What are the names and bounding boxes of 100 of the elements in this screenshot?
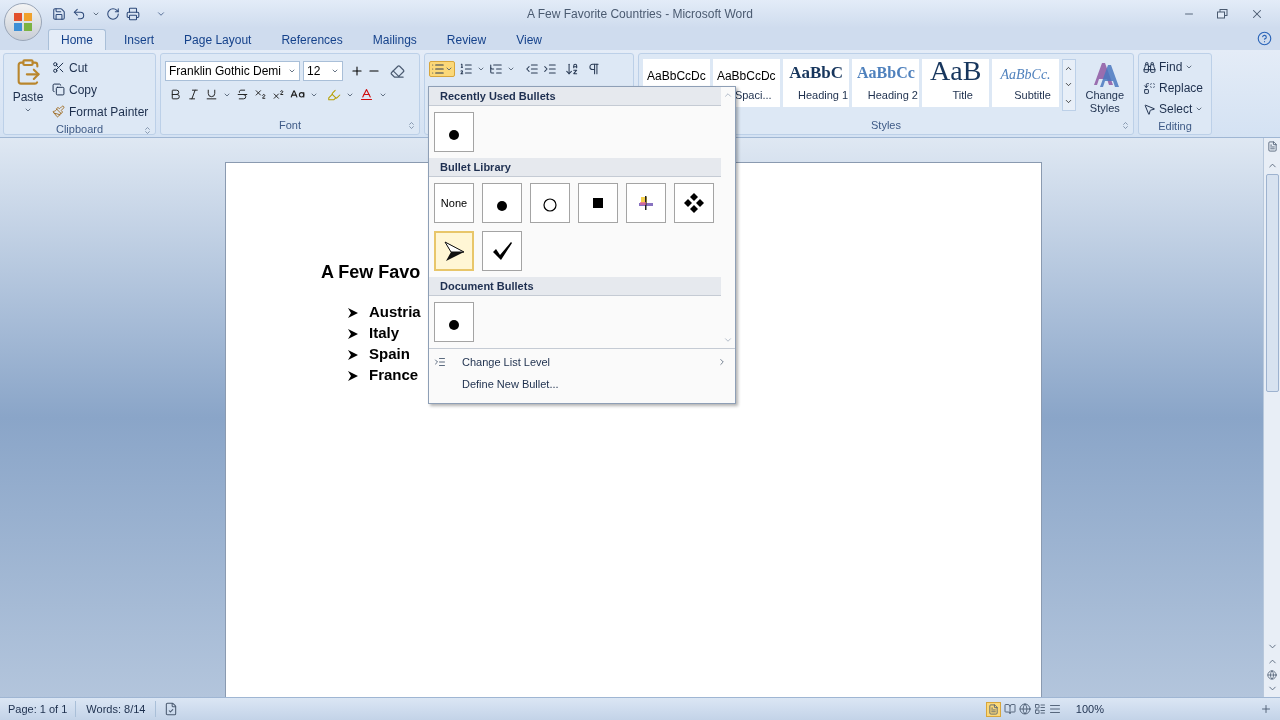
caret-icon[interactable] — [331, 67, 339, 75]
bullet-option[interactable]: None — [434, 183, 474, 223]
binoculars-icon — [1143, 60, 1156, 74]
font-name-field[interactable]: Franklin Gothic Demi — [165, 61, 300, 81]
menu-item[interactable]: Define New Bullet... — [429, 373, 735, 395]
close-icon[interactable] — [1250, 7, 1264, 21]
print-layout-icon[interactable] — [987, 703, 999, 715]
print-icon[interactable] — [126, 7, 140, 21]
draft-icon[interactable] — [1048, 703, 1061, 715]
office-logo-icon — [13, 12, 33, 32]
clear-formatting-icon[interactable] — [390, 63, 405, 79]
group-label: Font — [279, 117, 301, 133]
help-icon[interactable] — [1257, 31, 1272, 46]
restore-icon[interactable] — [1217, 9, 1228, 19]
ribbon-tab[interactable]: Home — [48, 29, 106, 50]
proofing-icon[interactable] — [164, 702, 179, 716]
square-bullet-icon — [593, 198, 603, 208]
italic-icon[interactable] — [187, 88, 200, 101]
caret-icon[interactable] — [1185, 63, 1194, 71]
section-header: Recently Used Bullets — [429, 87, 721, 106]
zoom-in-icon[interactable] — [1260, 703, 1272, 715]
format-painter-button[interactable]: Format Painter — [52, 102, 149, 121]
zoom-level[interactable]: 100% — [1075, 700, 1104, 718]
ribbon-tab[interactable]: View — [504, 29, 554, 50]
bullet-option[interactable] — [434, 231, 474, 271]
style-preview: AaBbCcDc — [716, 68, 776, 85]
arrow-bullet-icon — [347, 348, 359, 361]
caret-icon[interactable] — [445, 65, 453, 73]
underline-icon[interactable] — [205, 88, 218, 101]
group-label: Clipboard — [55, 122, 104, 137]
scroll-thumb[interactable] — [1265, 174, 1279, 392]
dialog-launcher-icon[interactable] — [1121, 121, 1130, 130]
bullet-option[interactable] — [482, 183, 522, 223]
style-name: Heading 2 — [867, 88, 918, 103]
font-color-icon[interactable] — [359, 87, 374, 102]
save-icon[interactable] — [52, 7, 66, 21]
ribbon-tab[interactable]: Page Layout — [172, 29, 264, 50]
redo-icon[interactable] — [106, 7, 120, 21]
bullets-button[interactable] — [429, 61, 455, 77]
dot-bullet-icon — [496, 200, 508, 212]
replace-button[interactable]: Replace — [1143, 79, 1207, 97]
style-name: Title — [952, 88, 973, 103]
list-level-icon — [434, 356, 446, 368]
change-styles-button[interactable]: Change Styles — [1080, 59, 1129, 115]
caret-icon[interactable] — [477, 65, 485, 73]
style-gallery-item[interactable]: AaBbCc. Subtitle — [992, 59, 1059, 107]
bullet-option[interactable] — [578, 183, 618, 223]
font-size-field[interactable]: 12 — [303, 61, 343, 81]
dialog-launcher-icon[interactable] — [143, 126, 152, 135]
bullet-option[interactable] — [530, 183, 570, 223]
bullet-option[interactable] — [434, 302, 474, 342]
strikethrough-icon[interactable] — [236, 88, 249, 101]
list-item: France — [369, 365, 419, 386]
caret-icon[interactable] — [507, 65, 515, 73]
multilevel-list-icon[interactable] — [489, 62, 503, 76]
pilcrow-icon[interactable] — [587, 62, 601, 76]
decrease-indent-icon[interactable] — [525, 62, 539, 76]
style-gallery-item[interactable]: AaB Title — [922, 59, 990, 107]
sort-icon[interactable] — [565, 62, 579, 76]
style-preview: AaBbC — [789, 61, 843, 84]
increase-indent-icon[interactable] — [543, 62, 557, 76]
bullet-option[interactable] — [674, 183, 714, 223]
paste-button[interactable]: Paste — [10, 58, 46, 121]
bullet-option[interactable] — [434, 112, 474, 152]
style-name: Heading 1 — [798, 88, 849, 103]
cut-button[interactable]: Cut — [52, 58, 149, 77]
numbered-list-icon[interactable] — [459, 62, 473, 76]
style-preview: AaBbCc — [857, 63, 915, 83]
style-gallery-item[interactable]: AaBbC Heading 1 — [782, 59, 850, 107]
subscript-icon[interactable] — [254, 88, 267, 101]
caret-icon[interactable] — [1195, 105, 1204, 113]
outline-icon[interactable] — [1033, 703, 1046, 715]
bullet-list-icon — [431, 62, 445, 76]
customize-toolbar-icon[interactable] — [156, 9, 166, 19]
list-item: Austria — [369, 302, 421, 323]
bullet-option[interactable] — [482, 231, 522, 271]
undo-icon[interactable] — [72, 7, 86, 21]
ribbon-tab[interactable]: References — [269, 29, 355, 50]
ribbon-tab[interactable]: Review — [434, 29, 499, 50]
superscript-icon[interactable] — [272, 88, 285, 101]
copy-button[interactable]: Copy — [52, 80, 149, 99]
style-gallery-item[interactable]: AaBbCc Heading 2 — [852, 59, 920, 107]
dialog-launcher-icon[interactable] — [407, 121, 416, 130]
checkmark-bullet-icon — [491, 240, 513, 262]
ribbon-tab[interactable]: Mailings — [360, 29, 429, 50]
document-heading: A Few Favo — [321, 261, 421, 284]
reading-layout-icon[interactable] — [1003, 703, 1016, 715]
bold-icon[interactable] — [169, 88, 182, 101]
find-button[interactable]: Find — [1143, 58, 1207, 76]
caret-icon[interactable] — [92, 10, 100, 18]
caret-icon[interactable] — [24, 106, 32, 114]
caret-icon[interactable] — [288, 67, 296, 75]
menu-item[interactable]: Change List Level — [429, 351, 735, 373]
select-button[interactable]: Select — [1143, 100, 1207, 118]
word-count[interactable]: Words: 8/14 — [76, 700, 157, 718]
dot-bullet-icon — [448, 129, 460, 141]
ribbon-tab[interactable]: Insert — [112, 29, 167, 50]
page-count[interactable]: Page: 1 of 1 — [0, 700, 77, 718]
arrowhead-bullet-icon — [443, 240, 465, 262]
web-layout-icon[interactable] — [1018, 703, 1031, 715]
